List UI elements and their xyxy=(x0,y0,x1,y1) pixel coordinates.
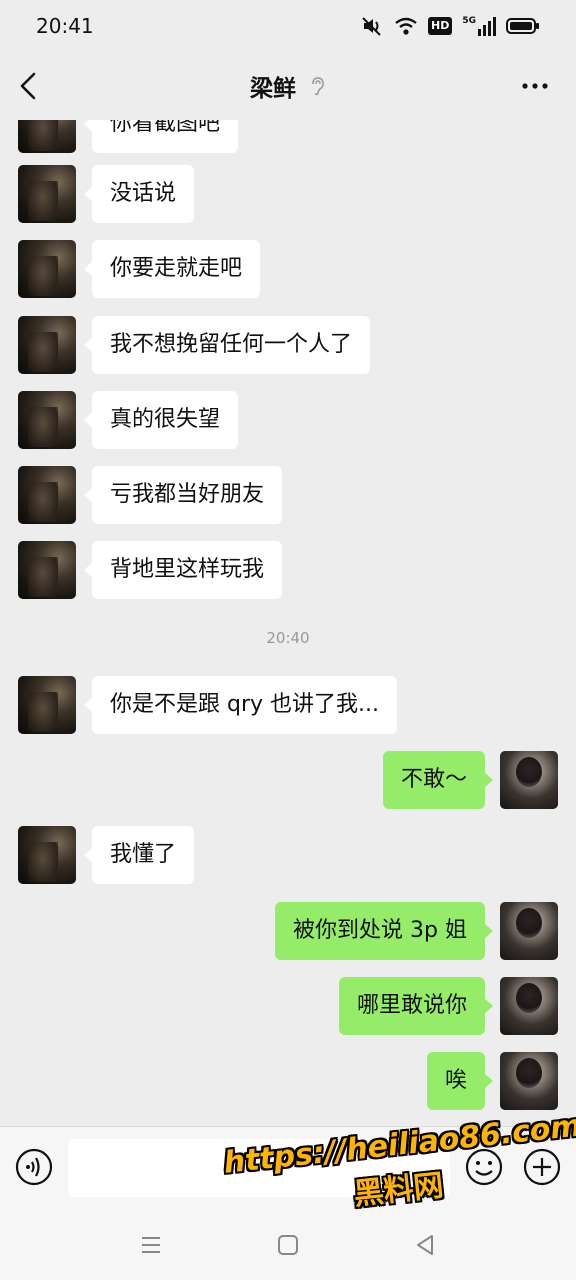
outgoing-message[interactable]: 哪里敢说你 xyxy=(338,977,494,1035)
message-row: 真的很失望 xyxy=(0,391,576,449)
contact-avatar[interactable] xyxy=(18,391,76,449)
wifi-icon xyxy=(395,17,417,35)
message-row: 我懂了 xyxy=(0,826,576,884)
voice-icon[interactable] xyxy=(14,1147,54,1187)
incoming-message[interactable]: 真的很失望 xyxy=(83,391,239,449)
ear-icon xyxy=(312,77,324,96)
incoming-message[interactable]: 亏我都当好朋友 xyxy=(83,466,283,524)
home-icon[interactable] xyxy=(275,1232,301,1258)
contact-avatar[interactable] xyxy=(18,316,76,374)
network-type-label: 5G xyxy=(462,16,476,26)
contact-avatar[interactable] xyxy=(18,466,76,524)
contact-avatar[interactable] xyxy=(18,120,76,153)
message-row: 你看截图吧 xyxy=(0,120,576,153)
message-row: 背地里这样玩我 xyxy=(0,541,576,599)
back-triangle-icon[interactable] xyxy=(412,1232,438,1258)
outgoing-message[interactable]: 被你到处说 3p 姐 xyxy=(275,902,493,960)
message-input[interactable] xyxy=(68,1139,450,1197)
status-bar: 20:41 HD 5G xyxy=(0,0,576,52)
input-bar xyxy=(0,1126,576,1210)
outgoing-message[interactable]: 不敢～ xyxy=(382,751,494,809)
chat-header: 梁鲜 xyxy=(0,52,576,120)
system-navigation-bar xyxy=(0,1210,576,1280)
user-avatar[interactable] xyxy=(500,977,558,1035)
message-row: 我不想挽留任何一个人了 xyxy=(0,316,576,374)
plus-circle-icon[interactable] xyxy=(522,1147,562,1187)
incoming-message[interactable]: 你要走就走吧 xyxy=(83,240,261,298)
user-avatar[interactable] xyxy=(500,1052,558,1110)
emoji-icon[interactable] xyxy=(464,1147,504,1187)
incoming-message[interactable]: 没话说 xyxy=(83,165,195,223)
status-time: 20:41 xyxy=(36,14,94,38)
contact-avatar[interactable] xyxy=(18,541,76,599)
message-row: 没话说 xyxy=(0,165,576,223)
user-avatar[interactable] xyxy=(500,902,558,960)
status-icons: HD 5G xyxy=(360,15,540,37)
incoming-message[interactable]: 你是不是跟 qry 也讲了我... xyxy=(84,676,397,734)
more-dots-icon[interactable] xyxy=(520,74,550,98)
message-timestamp: 20:40 xyxy=(266,629,310,647)
chat-area[interactable]: 你看截图吧 没话说 你要走就走吧 我不想挽留任何一个人了 真的很失望 亏我都当好… xyxy=(0,120,576,1126)
incoming-message[interactable]: 背地里这样玩我 xyxy=(83,541,283,599)
contact-avatar[interactable] xyxy=(18,676,76,734)
battery-icon xyxy=(506,18,539,34)
contact-avatar[interactable] xyxy=(18,240,76,298)
back-icon[interactable] xyxy=(14,70,44,102)
message-row: 被你到处说 3p 姐 xyxy=(0,902,576,960)
signal-icon: 5G xyxy=(462,16,496,36)
message-row: 你是不是跟 qry 也讲了我... xyxy=(0,676,576,734)
contact-avatar[interactable] xyxy=(18,826,76,884)
user-avatar[interactable] xyxy=(500,751,558,809)
message-row: 不敢～ xyxy=(0,751,576,809)
message-row: 你要走就走吧 xyxy=(0,240,576,298)
incoming-message[interactable]: 你看截图吧 xyxy=(83,120,239,153)
hd-badge: HD xyxy=(428,17,453,35)
incoming-message[interactable]: 我懂了 xyxy=(83,826,195,884)
incoming-message[interactable]: 我不想挽留任何一个人了 xyxy=(83,316,371,374)
message-row: 唉 xyxy=(0,1052,576,1110)
message-row: 哪里敢说你 xyxy=(0,977,576,1035)
outgoing-message[interactable]: 唉 xyxy=(426,1052,494,1110)
contact-avatar[interactable] xyxy=(18,165,76,223)
menu-icon[interactable] xyxy=(138,1232,164,1258)
chat-title: 梁鲜 xyxy=(250,76,296,102)
mute-icon xyxy=(362,17,381,36)
message-row: 亏我都当好朋友 xyxy=(0,466,576,524)
